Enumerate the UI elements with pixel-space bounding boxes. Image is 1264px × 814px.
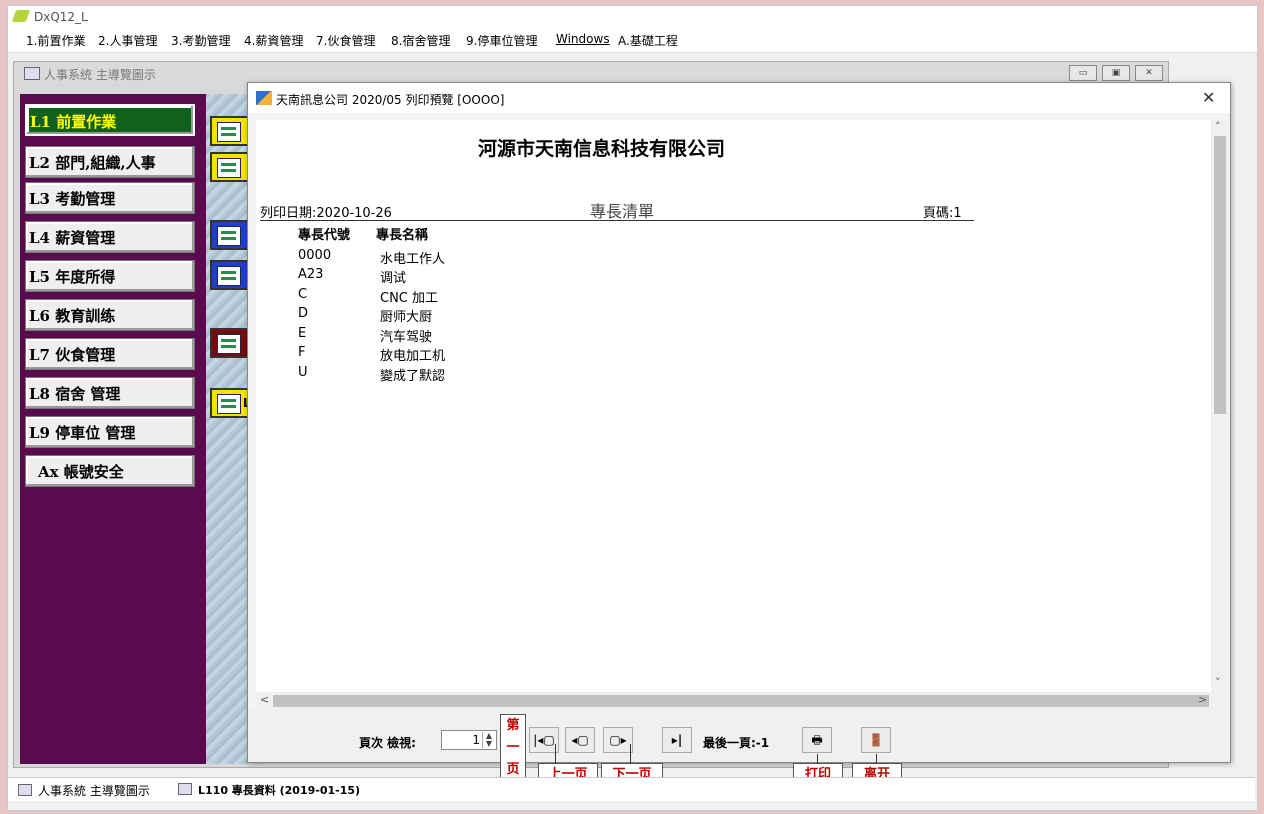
- horizontal-scroll-thumb[interactable]: [273, 695, 1209, 707]
- scroll-right-icon[interactable]: >: [1198, 693, 1207, 706]
- nav-l3[interactable]: L3 考勤管理: [25, 182, 195, 214]
- row-code: E: [298, 326, 307, 341]
- nav-l2[interactable]: L2 部門,組織,人事: [25, 146, 195, 178]
- row-code: F: [298, 345, 306, 360]
- print-date: 列印日期:2020-10-26: [260, 206, 392, 221]
- module-tile[interactable]: I: [210, 116, 250, 146]
- report-page: 河源市天南信息科技有限公司 列印日期:2020-10-26 專長清單 頁碼:1 …: [256, 120, 1212, 693]
- module-tile[interactable]: I: [210, 260, 250, 290]
- callout-first-page: 第一页: [500, 714, 526, 784]
- report-heading: 專長清單: [590, 202, 655, 221]
- nav-ax[interactable]: Ax 帳號安全: [25, 455, 195, 487]
- exit-button[interactable]: 🚪: [861, 727, 891, 753]
- nav-panel: L1 前置作業 L2 部門,組織,人事 L3 考勤管理 L4 薪資管理 L5 年…: [20, 94, 206, 764]
- row-code: 0000: [298, 248, 332, 263]
- row-code: U: [298, 365, 308, 380]
- task-main[interactable]: 人事系統 主導覽圖示: [18, 782, 150, 799]
- company-name: 河源市天南信息科技有限公司: [478, 138, 726, 160]
- module-tile[interactable]: I: [210, 152, 250, 182]
- close-icon[interactable]: ✕: [1202, 88, 1215, 107]
- callout-line: [876, 754, 877, 764]
- row-code: C: [298, 287, 308, 302]
- print-button[interactable]: 🖶: [802, 727, 832, 753]
- prev-page-button[interactable]: ◂▢: [565, 727, 595, 753]
- next-page-button[interactable]: ▢▸: [603, 727, 633, 753]
- task-l110[interactable]: L110 專長資料 (2019-01-15): [178, 782, 360, 798]
- dialog-title: 天南訊息公司 2020/05 列印預覽 [OOOO]: [276, 93, 505, 107]
- row-name: 汽车驾驶: [380, 330, 433, 345]
- minimize-button[interactable]: ▭: [1069, 65, 1097, 81]
- vertical-scroll-thumb[interactable]: [1214, 136, 1226, 414]
- task-bar: 人事系統 主導覽圖示 L110 專長資料 (2019-01-15): [8, 777, 1255, 801]
- row-name: 放电加工机: [380, 349, 446, 364]
- column-header-code: 專長代號: [298, 228, 351, 243]
- restore-button[interactable]: ▣: [1102, 65, 1130, 81]
- menu-bar: 1.前置作業 2.人事管理 3.考勤管理 4.薪資管理 7.伙食管理 8.宿舍管…: [8, 28, 1257, 53]
- row-name: 厨师大厨: [380, 310, 433, 325]
- row-name: 變成了默認: [380, 369, 446, 384]
- window-icon: [178, 783, 192, 795]
- row-code: D: [298, 306, 309, 321]
- window-icon: [24, 67, 40, 80]
- page-number: 頁碼:1: [923, 206, 962, 221]
- row-name: 水电工作人: [380, 252, 446, 267]
- nav-l4[interactable]: L4 薪資管理: [25, 221, 195, 253]
- page-input[interactable]: 1: [472, 733, 480, 747]
- app-title: DxQ12_L: [34, 10, 88, 24]
- row-code: A23: [298, 267, 324, 282]
- module-tile[interactable]: [210, 328, 250, 358]
- app-icon: [11, 10, 31, 22]
- last-page-button[interactable]: ▸|: [662, 727, 692, 753]
- horizontal-scrollbar[interactable]: < >: [256, 692, 1229, 710]
- preview-toolbar: 頁次 檢視: 1 ▲ ▼ |◂▢ ◂▢ ▢▸ ▸| 最後一頁:-1 🖶 🚪: [248, 710, 1230, 762]
- last-page-label: 最後一頁:-1: [703, 736, 770, 750]
- row-name: 调试: [380, 271, 407, 286]
- row-name: CNC 加工: [380, 291, 439, 306]
- nav-l5[interactable]: L5 年度所得: [25, 260, 195, 292]
- nav-l6[interactable]: L6 教育訓练: [25, 299, 195, 331]
- callout-line: [555, 744, 556, 764]
- title-bar: DxQ12_L: [8, 6, 1257, 28]
- scroll-down-icon[interactable]: ˅: [1215, 676, 1221, 689]
- menu-dormitory[interactable]: 8.宿舍管理: [391, 32, 450, 49]
- nav-l9[interactable]: L9 停車位 管理: [25, 416, 195, 448]
- menu-attendance[interactable]: 3.考勤管理: [171, 32, 230, 49]
- close-button[interactable]: ✕: [1135, 65, 1163, 81]
- print-preview-dialog: 天南訊息公司 2020/05 列印預覽 [OOOO] ✕ 河源市天南信息科技有限…: [247, 82, 1231, 763]
- module-tile[interactable]: L: [210, 388, 251, 418]
- callout-line: [630, 744, 631, 764]
- mdi-title: 人事系统 主導覽圖示: [44, 68, 156, 82]
- menu-parking[interactable]: 9.停車位管理: [466, 32, 537, 49]
- callout-line: [817, 754, 818, 764]
- dialog-title-bar: 天南訊息公司 2020/05 列印預覽 [OOOO] ✕: [248, 83, 1230, 113]
- column-header-name: 專長名稱: [376, 228, 429, 243]
- module-tile[interactable]: I: [210, 220, 250, 250]
- scroll-left-icon[interactable]: <: [260, 693, 269, 706]
- divider: [260, 220, 974, 221]
- menu-setup[interactable]: 1.前置作業: [26, 32, 85, 49]
- window-icon: [18, 784, 32, 796]
- report-icon: [256, 91, 272, 105]
- page-view-label: 頁次 檢視:: [359, 736, 416, 750]
- nav-l1[interactable]: L1 前置作業: [25, 104, 195, 136]
- menu-payroll[interactable]: 4.薪資管理: [244, 32, 303, 49]
- menu-basic[interactable]: A.基礎工程: [618, 32, 678, 49]
- mdi-title-bar: 人事系统 主導覽圖示 ▭ ▣ ✕: [14, 62, 1168, 84]
- scroll-up-icon[interactable]: ˄: [1215, 120, 1221, 133]
- menu-meals[interactable]: 7.伙食管理: [316, 32, 375, 49]
- nav-l8[interactable]: L8 宿舍 管理: [25, 377, 195, 409]
- menu-windows[interactable]: Windows: [556, 32, 610, 46]
- spin-icon[interactable]: ▲ ▼: [482, 732, 495, 748]
- vertical-scrollbar[interactable]: ˄ ˅: [1211, 120, 1229, 693]
- nav-l7[interactable]: L7 伙食管理: [25, 338, 195, 370]
- menu-hr[interactable]: 2.人事管理: [98, 32, 157, 49]
- page-stepper[interactable]: 1 ▲ ▼: [441, 730, 497, 750]
